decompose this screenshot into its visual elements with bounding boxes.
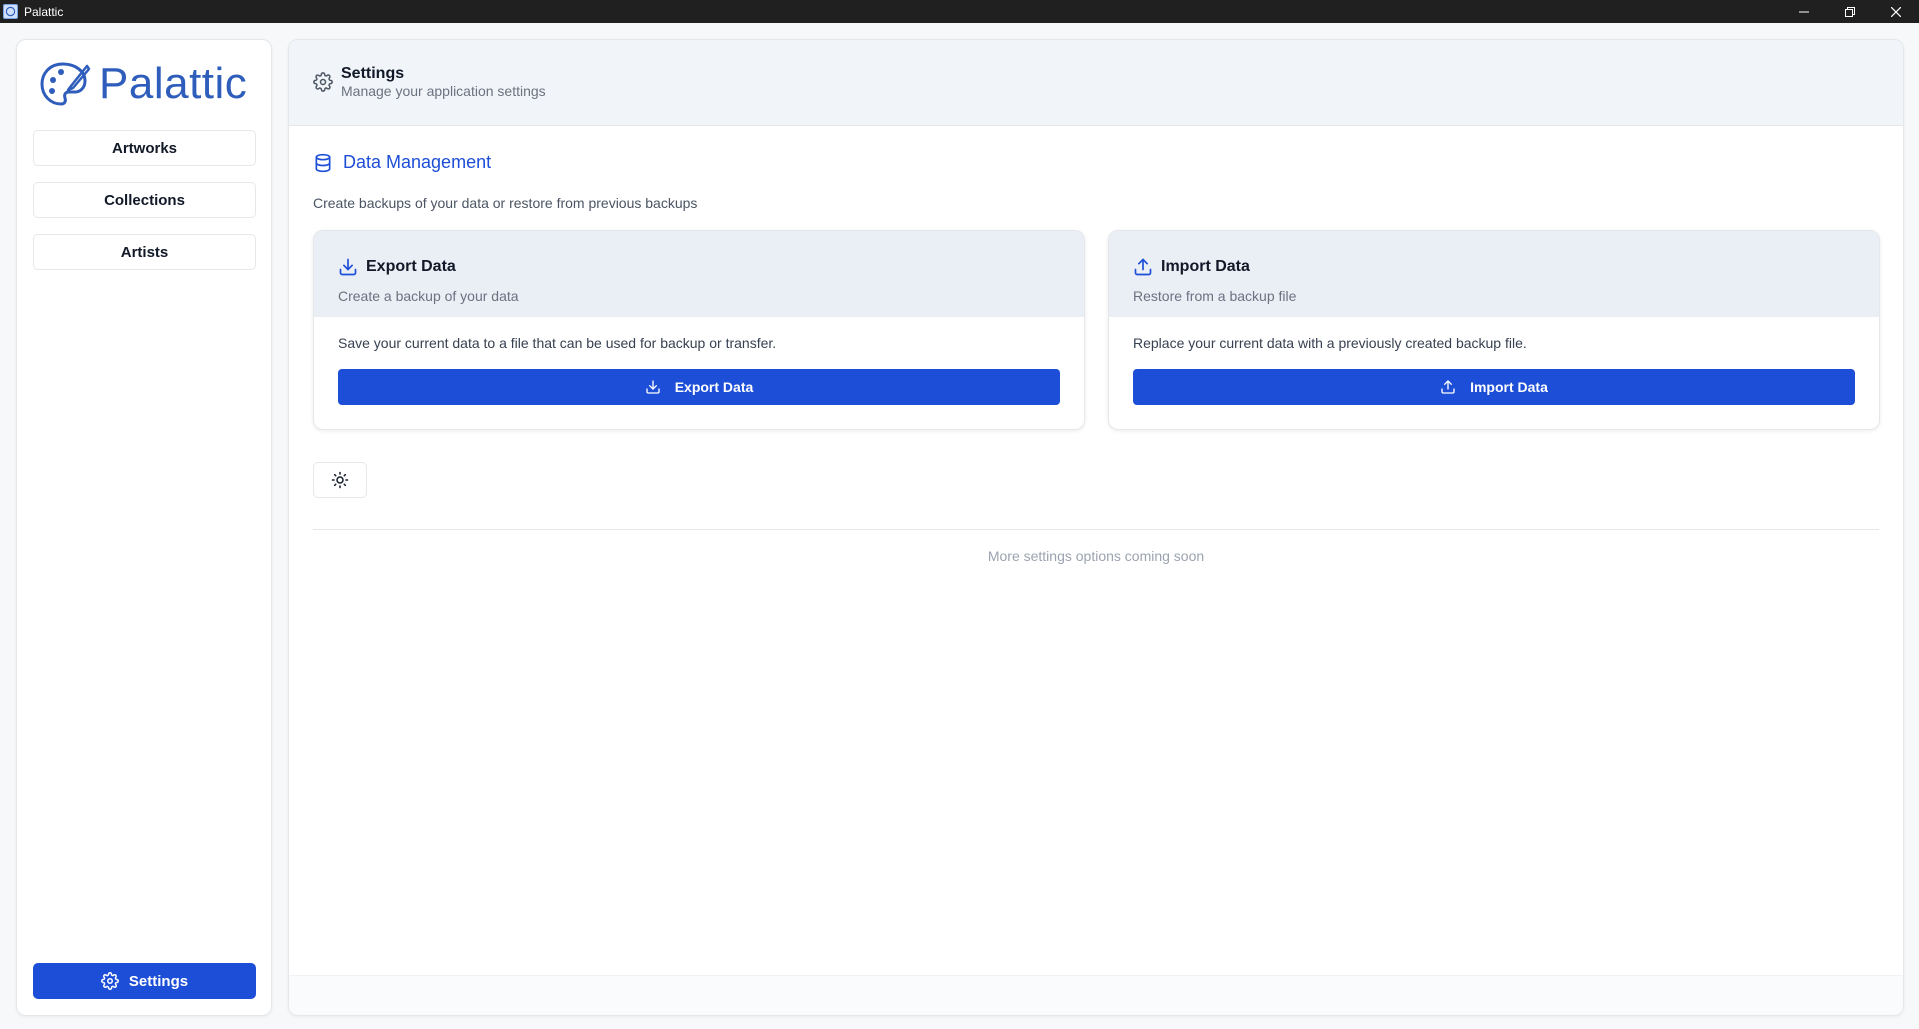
- sun-icon: [331, 471, 349, 489]
- title-bar: Palattic: [0, 0, 1919, 23]
- import-card-body: Replace your current data with a previou…: [1133, 335, 1527, 351]
- page-subtitle: Manage your application settings: [341, 83, 546, 99]
- data-management-description: Create backups of your data or restore f…: [313, 195, 698, 211]
- upload-icon: [1441, 380, 1455, 394]
- close-icon: [1891, 6, 1901, 17]
- palette-icon: [3, 4, 18, 19]
- import-card-header: Import Data Restore from a backup file: [1109, 231, 1879, 317]
- export-card-header: Export Data Create a backup of your data: [314, 231, 1084, 317]
- upload-icon: [1134, 258, 1152, 276]
- import-data-card: Import Data Restore from a backup file R…: [1108, 230, 1880, 430]
- app-logo: Palattic: [39, 58, 247, 110]
- nav-settings-label: Settings: [128, 972, 189, 990]
- import-card-subtitle: Restore from a backup file: [1133, 288, 1297, 304]
- data-management-heading: Data Management: [313, 152, 491, 173]
- export-data-button[interactable]: Export Data: [338, 369, 1060, 405]
- database-icon: [315, 153, 331, 172]
- export-card-title-text: Export Data: [366, 258, 456, 275]
- gear-icon: [100, 972, 119, 990]
- minimize-icon: [1799, 11, 1809, 12]
- sidebar: Palattic Artworks Collections Artists Se…: [16, 39, 272, 1016]
- close-button[interactable]: [1873, 0, 1919, 23]
- nav-artworks-label: Artworks: [111, 139, 178, 157]
- export-card-title: Export Data: [338, 257, 456, 277]
- import-data-button-label: Import Data: [1470, 379, 1548, 395]
- nav-artists-button[interactable]: Artists: [33, 234, 256, 270]
- import-data-button[interactable]: Import Data: [1133, 369, 1855, 405]
- window-controls: [1781, 0, 1919, 23]
- export-card-body: Save your current data to a file that ca…: [338, 335, 777, 351]
- nav-artists-label: Artists: [120, 243, 169, 261]
- palette-icon: [40, 62, 91, 106]
- import-card-title: Import Data: [1133, 257, 1250, 277]
- export-data-card: Export Data Create a backup of your data…: [313, 230, 1085, 430]
- export-data-button-label: Export Data: [674, 379, 754, 395]
- restore-button[interactable]: [1827, 0, 1873, 23]
- nav-settings-button[interactable]: Settings: [33, 963, 256, 999]
- download-icon: [646, 380, 660, 394]
- window-title: Palattic: [24, 4, 64, 19]
- page-title: Settings: [341, 65, 405, 82]
- data-management-title: Data Management: [343, 152, 492, 172]
- page-header: Settings Manage your application setting…: [289, 40, 1903, 126]
- footer-strip: [289, 975, 1903, 1015]
- nav-artworks-button[interactable]: Artworks: [33, 130, 256, 166]
- restore-icon: [1845, 6, 1855, 17]
- import-card-title-text: Import Data: [1161, 258, 1250, 275]
- main-panel: Settings Manage your application setting…: [288, 39, 1904, 1016]
- nav-collections-button[interactable]: Collections: [33, 182, 256, 218]
- download-icon: [339, 258, 357, 276]
- nav-collections-label: Collections: [104, 191, 185, 209]
- gear-icon: [313, 72, 333, 92]
- section-divider: [313, 529, 1879, 530]
- logo-text: Palattic: [99, 59, 248, 108]
- export-card-subtitle: Create a backup of your data: [338, 288, 519, 304]
- minimize-button[interactable]: [1781, 0, 1827, 23]
- coming-soon-note: More settings options coming soon: [987, 548, 1205, 564]
- theme-toggle-button[interactable]: [313, 462, 367, 498]
